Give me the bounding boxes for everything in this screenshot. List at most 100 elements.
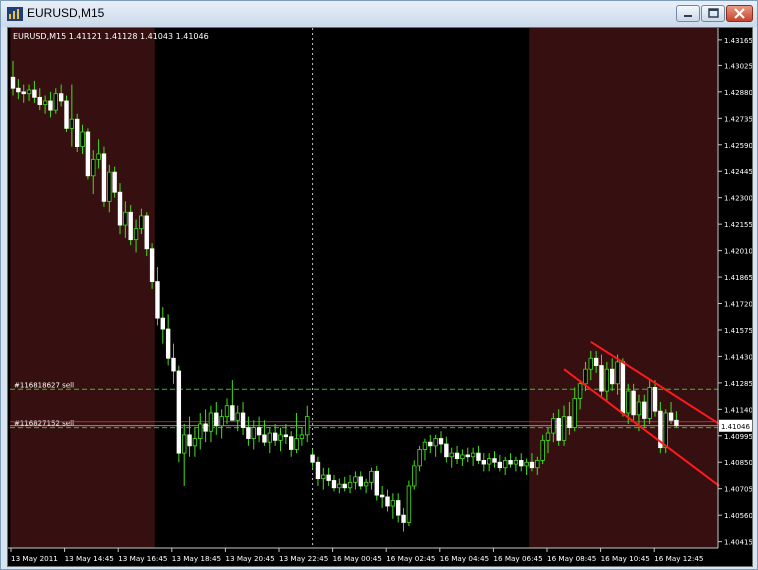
symbol-quote-line: EURUSD,M15 1.41121 1.41128 1.41043 1.410… [13,32,209,41]
candle-body [663,412,668,449]
time-tick-label: 16 May 02:45 [386,554,435,563]
candle-body [401,514,406,523]
candle-body [48,100,53,111]
candle-body [347,481,353,489]
candle-body [214,412,219,427]
session-shading [529,28,718,548]
candle-body [497,461,503,469]
candle-body [444,443,449,458]
close-button[interactable] [726,5,753,22]
chart-area[interactable]: #116818627 sell #116827152 sell 1.43165 1.… [7,27,753,567]
maximize-icon [708,8,719,18]
price-tick-label: 1.40705 [724,486,752,494]
candle-body [272,432,278,441]
candle-body [262,434,267,443]
candle-body [176,370,182,454]
maximize-button[interactable] [701,5,725,22]
candle-body [315,461,321,480]
candle-body [502,460,508,469]
time-tick-label: 16 May 04:45 [440,554,489,563]
candle-body [139,215,144,230]
candle-body [599,365,604,392]
price-tick-label: 1.42155 [724,221,752,229]
candle-body [545,432,551,441]
candle-body [438,438,444,445]
candle-body [310,454,315,463]
price-tick-label: 1.40850 [724,459,752,467]
time-tick-label: 13 May 18:45 [172,554,221,563]
candle-body [37,96,42,106]
candle-body [149,248,155,283]
candle-body [96,153,101,160]
time-tick-label: 13 May 20:45 [225,554,274,563]
candle-body [631,390,636,416]
candle-body [379,494,385,498]
candle-body [486,458,492,465]
price-tick-label: 1.41140 [724,406,752,414]
candlestick-chart[interactable]: #116818627 sell #116827152 sell 1.43165 1.… [8,28,752,566]
candle-body [294,438,299,450]
candle-body [519,460,524,467]
candle-body [64,100,69,129]
order-label: #116818627 sell [14,381,74,389]
price-tick-label: 1.42880 [724,89,752,97]
candle-body [91,158,96,177]
title-bar[interactable]: EURUSD,M15 [1,1,757,27]
candle-body [128,211,133,241]
session-shading [10,28,155,548]
candle-body [80,131,85,147]
candle-body [299,434,305,439]
candle-body [524,461,529,467]
candle-body [26,89,32,95]
candle-body [171,357,176,372]
candle-body [363,481,369,487]
candle-body [337,483,342,489]
candle-body [160,317,165,330]
candle-body [610,368,615,385]
minimize-button[interactable] [676,5,700,22]
price-tick-label: 1.42590 [724,142,752,150]
candle-body [433,438,438,447]
candle-body [470,452,476,458]
candle-body [53,93,58,111]
candle-body [107,171,112,202]
candle-body [256,427,262,436]
candle-body [604,368,610,392]
time-tick-label: 13 May 14:45 [65,554,114,563]
candle-body [508,460,513,465]
candle-body [642,401,647,419]
candle-body [155,281,160,319]
candle-body [21,91,26,95]
candle-body [230,405,235,421]
candle-body [58,93,64,102]
candle-body [224,405,230,418]
price-tick-label: 1.42445 [724,168,752,176]
candle-body [492,458,497,463]
candle-body [342,483,347,489]
candle-body [240,412,246,428]
candle-body [288,436,294,450]
candle-body [647,387,652,419]
candle-body [267,432,272,443]
candle-body [69,118,75,129]
chart-window: EURUSD,M15 #116818627 sell #116827152 sel… [0,0,758,570]
candle-body [481,460,486,465]
candle-body [369,470,374,483]
candle-body [556,418,561,441]
candle-body [449,452,454,458]
candle-body [636,401,642,416]
candle-body [32,89,37,98]
time-tick-label: 16 May 12:45 [654,554,703,563]
candle-body [133,228,139,241]
price-tick-label: 1.40995 [724,433,752,441]
candle-body [454,452,460,459]
candle-body [395,500,401,516]
time-tick-label: 16 May 00:45 [333,554,382,563]
candle-body [16,87,21,93]
candle-body [331,480,337,489]
order-label: #116827152 sell [14,420,74,428]
minimize-icon [684,15,692,17]
candle-body [417,449,422,467]
candle-body [358,476,363,487]
price-tick-label: 1.42010 [724,248,752,256]
